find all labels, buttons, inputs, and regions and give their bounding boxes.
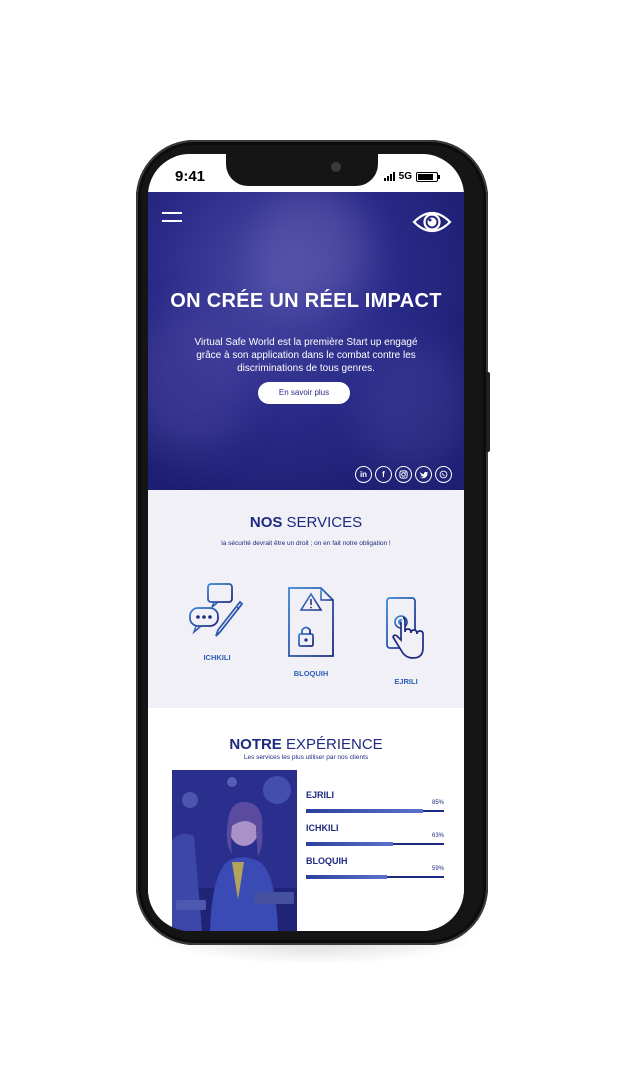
stat-ichkili-track: 63% bbox=[306, 833, 444, 846]
experience-subtitle: Les services les plus utiliser par nos c… bbox=[243, 754, 369, 761]
notch bbox=[226, 154, 378, 186]
stat-ichkili-label: ICHKILI bbox=[306, 823, 339, 833]
stat-ejrili-percent: 85% bbox=[431, 800, 444, 806]
team-photo-illustration bbox=[172, 770, 297, 931]
service-bloquih-label: BLOQUIH bbox=[293, 669, 329, 678]
stat-ichkili-fill bbox=[306, 842, 393, 846]
team-photo bbox=[172, 770, 297, 931]
twitter-icon[interactable] bbox=[415, 466, 432, 483]
service-bloquih[interactable]: BLOQUIH bbox=[278, 586, 344, 678]
services-title-bold: NOS bbox=[249, 514, 283, 531]
experience-title-bold: NOTRE bbox=[229, 736, 282, 753]
hero-description: Virtual Safe World est la première Start… bbox=[194, 337, 418, 374]
stat-ichkili: ICHKILI 63% bbox=[306, 823, 444, 846]
stat-ejrili-fill bbox=[306, 809, 424, 813]
status-bar: 9:41 5G bbox=[148, 154, 464, 192]
stat-ejrili-track: 85% bbox=[306, 800, 444, 813]
linkedin-icon[interactable]: in bbox=[355, 466, 372, 483]
experience-title-light: EXPÉRIENCE bbox=[285, 736, 383, 753]
services-section: NOS SERVICES la sécurité devrait être un… bbox=[148, 490, 464, 708]
hero-section: ON CRÉE UN RÉEL IMPACT Virtual Safe Worl… bbox=[148, 192, 464, 490]
service-ichkili-label: ICHKILI bbox=[203, 653, 231, 662]
front-camera bbox=[331, 162, 341, 172]
service-ichkili[interactable]: ICHKILI bbox=[182, 580, 252, 662]
hero-title: ON CRÉE UN RÉEL IMPACT bbox=[170, 290, 442, 312]
eye-logo-icon bbox=[412, 211, 452, 233]
experience-section: NOTRE EXPÉRIENCE Les services les plus u… bbox=[148, 708, 464, 931]
service-ejrili[interactable]: EJRILI bbox=[376, 596, 436, 686]
status-indicators: 5G bbox=[383, 171, 440, 182]
learn-more-button[interactable]: En savoir plus bbox=[258, 382, 350, 404]
services-subtitle: la sécurité devrait être un droit ; on e… bbox=[221, 540, 391, 547]
whatsapp-icon[interactable] bbox=[435, 466, 452, 483]
services-title-light: SERVICES bbox=[286, 514, 363, 531]
chat-pencil-icon bbox=[189, 583, 244, 637]
power-button bbox=[486, 372, 490, 452]
social-links: in f bbox=[355, 466, 452, 483]
signal-icon bbox=[383, 172, 395, 181]
instagram-icon[interactable] bbox=[395, 466, 412, 483]
services-title: NOS SERVICES bbox=[148, 514, 464, 531]
stat-bloquih-fill bbox=[306, 875, 388, 879]
service-ejrili-label: EJRILI bbox=[394, 677, 418, 686]
experience-title: NOTRE EXPÉRIENCE bbox=[148, 736, 464, 753]
locked-document-icon bbox=[288, 587, 334, 657]
stat-ejrili-label: EJRILI bbox=[306, 790, 335, 800]
network-type: 5G bbox=[398, 171, 412, 182]
status-time: 9:41 bbox=[175, 168, 206, 185]
facebook-icon[interactable]: f bbox=[375, 466, 392, 483]
stat-bloquih-track: 59% bbox=[306, 866, 444, 879]
stat-bloquih-label: BLOQUIH bbox=[306, 856, 348, 866]
phone-screen: 9:41 5G ON CRÉE UN RÉEL IMPACT Virtual S… bbox=[148, 154, 464, 931]
stat-bloquih-percent: 59% bbox=[431, 866, 444, 872]
touch-phone-icon bbox=[386, 597, 424, 659]
stat-bloquih: BLOQUIH 59% bbox=[306, 856, 444, 879]
battery-icon bbox=[416, 171, 440, 182]
stat-ichkili-percent: 63% bbox=[431, 833, 444, 839]
hamburger-menu-icon[interactable] bbox=[162, 212, 182, 226]
stat-ejrili: EJRILI 85% bbox=[306, 790, 444, 813]
